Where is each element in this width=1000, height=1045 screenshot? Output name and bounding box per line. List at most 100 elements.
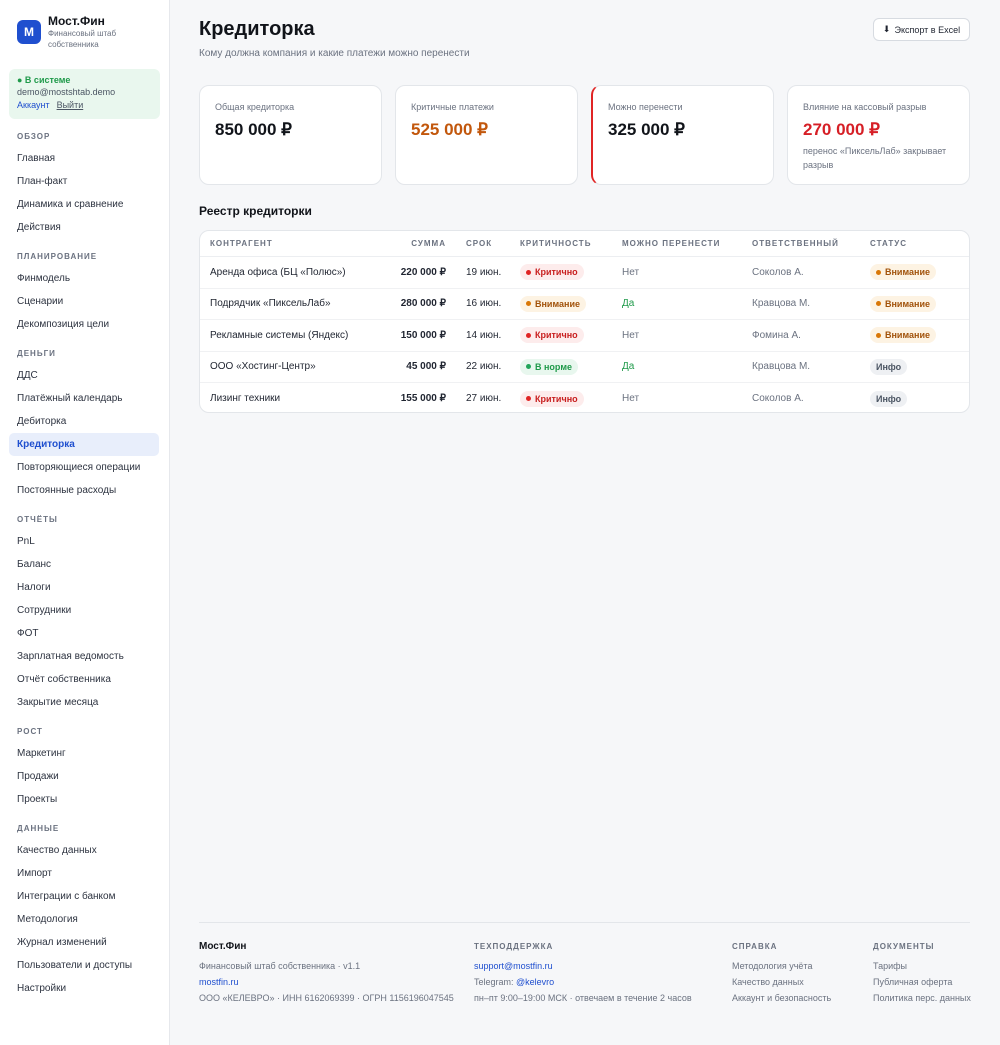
column-header[interactable]: ОТВЕТСТВЕННЫЙ: [752, 239, 870, 248]
cell-due-date: 14 июн.: [466, 329, 502, 341]
sidebar: М Мост.Фин Финансовый штаб собственника …: [0, 0, 170, 1045]
brand[interactable]: М Мост.Фин Финансовый штаб собственника: [0, 0, 169, 62]
session-status: ● В системе: [17, 75, 71, 85]
sidebar-nav-item[interactable]: ДДС: [0, 364, 160, 387]
cell-amount: 280 000 ₽: [400, 298, 446, 310]
nav-section-title: ДЕНЬГИ: [17, 349, 56, 358]
status-badge: Внимание: [870, 264, 936, 281]
sidebar-nav-item[interactable]: Дебиторка: [0, 410, 160, 433]
sidebar-nav-item[interactable]: Зарплатная ведомость: [0, 645, 160, 668]
sidebar-nav-item[interactable]: Сценарии: [0, 290, 160, 313]
criticality-badge: Критично: [520, 327, 584, 344]
status-dot-icon: [526, 364, 531, 370]
sidebar-nav-item[interactable]: Методология: [0, 908, 160, 931]
download-icon: ⬇: [882, 24, 891, 34]
footer-brand: Мост.Фин Финансовый штаб собственника · …: [199, 941, 454, 1006]
sidebar-nav-item[interactable]: PnL: [0, 530, 160, 553]
cell-owner: Соколов А.: [752, 266, 804, 278]
registry-title: Реестр кредиторки: [199, 204, 312, 218]
footer-link[interactable]: Аккаунт и безопасность: [732, 990, 831, 1006]
sidebar-nav-item[interactable]: Маркетинг: [0, 742, 160, 765]
telegram-label: Telegram:: [474, 977, 517, 987]
cell-status: Внимание: [870, 327, 960, 344]
criticality-label: Внимание: [535, 298, 580, 309]
status-dot-icon: [876, 332, 881, 338]
footer-link[interactable]: Качество данных: [732, 974, 831, 990]
cell-due-date: 22 июн.: [466, 361, 502, 373]
sidebar-nav-item[interactable]: Пользователи и доступы: [0, 954, 160, 977]
sidebar-nav-item[interactable]: Отчёт собственника: [0, 668, 160, 691]
cell-criticality: Критично: [520, 264, 622, 281]
column-header[interactable]: СУММА: [390, 239, 456, 248]
sidebar-nav-item[interactable]: Качество данных: [0, 839, 160, 862]
support-email-link[interactable]: support@mostfin.ru: [474, 958, 692, 974]
sidebar-nav-item[interactable]: Проекты: [0, 788, 160, 811]
status-dot-icon: [526, 332, 531, 338]
nav-section-title: ОБЗОР: [17, 132, 51, 141]
table-row[interactable]: Лизинг техники 155 000 ₽ 27 июн. Критично Не…: [200, 383, 969, 412]
cell-counterparty: ООО «Хостинг-Центр»: [210, 361, 316, 373]
status-label: Внимание: [885, 267, 930, 278]
table-body: Аренда офиса (БЦ «Полюс») 220 000 ₽ 19 июн…: [200, 257, 969, 412]
card-label: Можно перенести: [608, 102, 683, 112]
column-header[interactable]: СРОК: [456, 239, 520, 248]
sidebar-nav-item[interactable]: ФОТ: [0, 622, 160, 645]
footer-support: ТЕХПОДДЕРЖКА support@mostfin.ru Telegram…: [474, 941, 692, 1006]
brand-name: Мост.Фин: [48, 14, 105, 28]
cell-owner: Соколов А.: [752, 393, 804, 405]
sidebar-nav-item[interactable]: Главная: [0, 147, 160, 170]
sidebar-nav-item[interactable]: План-факт: [0, 170, 160, 193]
export-excel-button[interactable]: ⬇ Экспорт в Excel: [873, 18, 970, 41]
account-link[interactable]: Аккаунт: [17, 100, 50, 110]
cell-deferrable: Нет: [622, 329, 640, 341]
card-value: 850 000 ₽: [215, 120, 292, 139]
sidebar-nav-item[interactable]: Финмодель: [0, 267, 160, 290]
footer-site-link[interactable]: mostfin.ru: [199, 974, 454, 990]
card-label: Влияние на кассовый разрыв: [803, 102, 927, 112]
status-label: Инфо: [876, 393, 902, 404]
sidebar-nav-item[interactable]: Повторяющиеся операции: [0, 456, 160, 479]
sidebar-nav-item[interactable]: Платёжный календарь: [0, 387, 160, 410]
sidebar-nav-item[interactable]: Закрытие месяца: [0, 691, 160, 714]
sidebar-nav-item[interactable]: Импорт: [0, 862, 160, 885]
cell-status: Инфо: [870, 358, 960, 375]
card-value: 525 000 ₽: [411, 120, 488, 139]
telegram-link[interactable]: @kelevro: [516, 977, 554, 987]
cell-due-date: 19 июн.: [466, 266, 502, 278]
sidebar-nav-item[interactable]: Баланс: [0, 553, 160, 576]
logout-link[interactable]: Выйти: [57, 100, 84, 110]
footer-link[interactable]: Политика перс. данных: [873, 990, 971, 1006]
column-header[interactable]: КРИТИЧНОСТЬ: [520, 239, 622, 248]
card-label: Общая кредиторка: [215, 102, 295, 112]
sidebar-nav-item[interactable]: Динамика и сравнение: [0, 193, 160, 216]
footer-link[interactable]: Публичная оферта: [873, 974, 971, 990]
column-header[interactable]: КОНТРАГЕНТ: [200, 239, 390, 248]
sidebar-nav-item[interactable]: Постоянные расходы: [0, 479, 160, 502]
sidebar-nav-item[interactable]: Декомпозиция цели: [0, 313, 160, 336]
table-row[interactable]: Аренда офиса (БЦ «Полюс») 220 000 ₽ 19 июн…: [200, 257, 969, 289]
footer-link[interactable]: Методология учёта: [732, 958, 831, 974]
footer-help-title: СПРАВКА: [732, 942, 778, 951]
cell-counterparty: Рекламные системы (Яндекс): [210, 329, 349, 341]
sidebar-nav-item[interactable]: Налоги: [0, 576, 160, 599]
sidebar-nav-item[interactable]: Сотрудники: [0, 599, 160, 622]
sidebar-nav-item[interactable]: Кредиторка: [9, 433, 159, 456]
column-header[interactable]: СТАТУС: [870, 239, 960, 248]
sidebar-nav-item[interactable]: Продажи: [0, 765, 160, 788]
sidebar-nav-item[interactable]: Интеграции с банком: [0, 885, 160, 908]
cell-criticality: Внимание: [520, 295, 622, 312]
cell-status: Внимание: [870, 264, 960, 281]
cell-status: Внимание: [870, 295, 960, 312]
nav-section-title: ОТЧЁТЫ: [17, 515, 58, 524]
table-row[interactable]: Подрядчик «ПиксельЛаб» 280 000 ₽ 16 июн. Вн…: [200, 289, 969, 320]
table-row[interactable]: Рекламные системы (Яндекс) 150 000 ₽ 14 ию…: [200, 320, 969, 352]
column-header[interactable]: МОЖНО ПЕРЕНЕСТИ: [622, 239, 752, 248]
status-label: Внимание: [885, 298, 930, 309]
table-row[interactable]: ООО «Хостинг-Центр» 45 000 ₽ 22 июн. В норм…: [200, 352, 969, 383]
sidebar-nav-item[interactable]: Настройки: [0, 977, 160, 1000]
sidebar-nav-item[interactable]: Журнал изменений: [0, 931, 160, 954]
criticality-label: Критично: [535, 330, 578, 341]
brand-subtitle: Финансовый штаб собственника: [48, 29, 117, 49]
footer-link[interactable]: Тарифы: [873, 958, 971, 974]
sidebar-nav-item[interactable]: Действия: [0, 216, 160, 239]
